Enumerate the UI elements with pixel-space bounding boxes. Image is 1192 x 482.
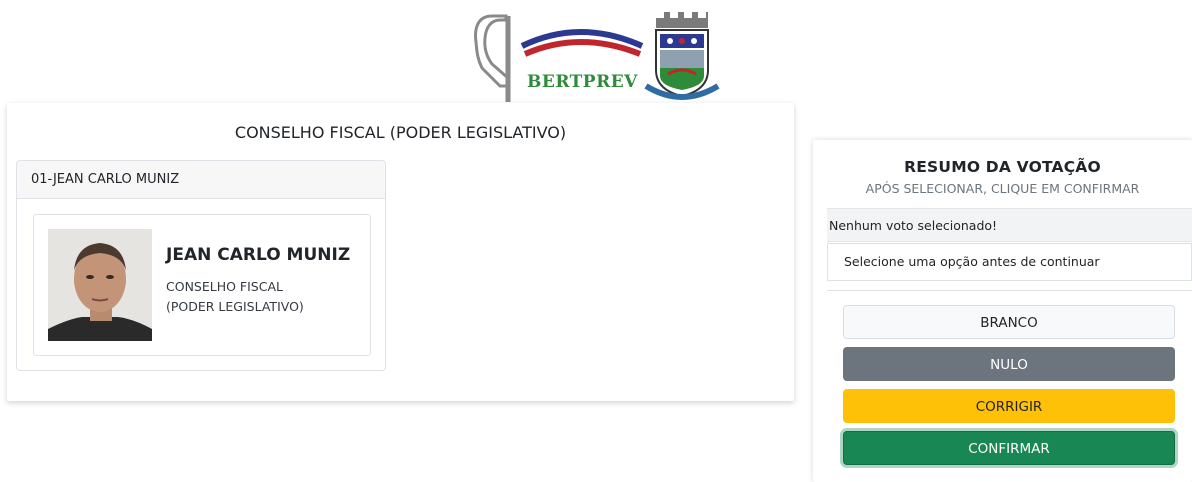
correct-button[interactable]: CORRIGIR — [843, 389, 1175, 423]
summary-divider — [827, 290, 1192, 291]
candidate-portrait-icon — [48, 229, 152, 341]
summary-subtitle: APÓS SELECIONAR, CLIQUE EM CONFIRMAR — [865, 181, 1140, 196]
candidate-option[interactable]: JEAN CARLO MUNIZ CONSELHO FISCAL (PODER … — [33, 214, 371, 356]
select-option-hint: Selecione uma opção antes de continuar — [827, 243, 1192, 281]
summary-title: RESUMO DA VOTAÇÃO — [904, 158, 1101, 176]
no-vote-message: Nenhum voto selecionado! — [827, 208, 1192, 242]
candidate-card[interactable]: 01-JEAN CARLO MUNIZ JEAN CARLO MUNIZ CON… — [16, 160, 386, 371]
confirm-button[interactable]: CONFIRMAR — [843, 431, 1175, 465]
candidate-photo — [48, 229, 152, 341]
bertprev-logo: BERTPREV — [470, 8, 730, 103]
candidate-role-line2: (PODER LEGISLATIVO) — [166, 299, 304, 314]
ballot-title: CONSELHO FISCAL (PODER LEGISLATIVO) — [234, 123, 567, 142]
candidate-role: CONSELHO FISCAL (PODER LEGISLATIVO) — [166, 277, 366, 317]
candidate-name: JEAN CARLO MUNIZ — [166, 245, 351, 265]
blank-vote-button[interactable]: BRANCO — [843, 305, 1175, 339]
ballot-panel: CONSELHO FISCAL (PODER LEGISLATIVO) 01-J… — [7, 103, 794, 401]
logo-text: BERTPREV — [527, 72, 638, 92]
candidate-role-line1: CONSELHO FISCAL — [166, 279, 283, 294]
vote-summary-panel: RESUMO DA VOTAÇÃO APÓS SELECIONAR, CLIQU… — [813, 140, 1192, 482]
null-vote-button[interactable]: NULO — [843, 347, 1175, 381]
candidate-card-header: 01-JEAN CARLO MUNIZ — [17, 161, 385, 199]
